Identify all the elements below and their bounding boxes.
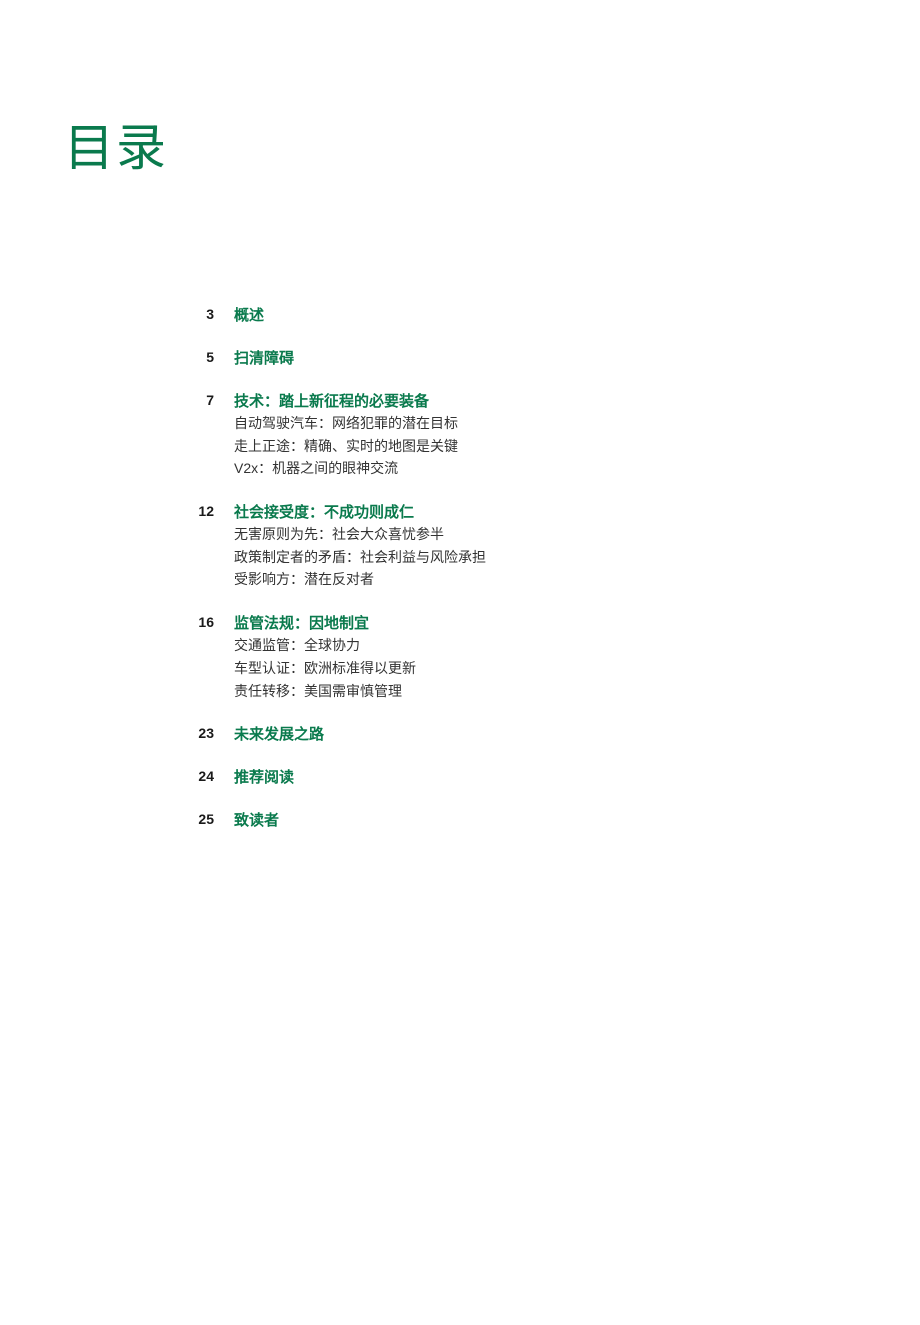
toc-page-number: 25 bbox=[188, 810, 214, 827]
toc-heading: 技术：踏上新征程的必要装备 bbox=[234, 391, 820, 412]
toc-page-number: 12 bbox=[188, 502, 214, 519]
toc-subitem: 走上正途：精确、实时的地图是关键 bbox=[234, 436, 820, 458]
toc-heading: 社会接受度：不成功则成仁 bbox=[234, 502, 820, 523]
toc-subitem: 受影响方：潜在反对者 bbox=[234, 569, 820, 591]
toc-page-number: 16 bbox=[188, 613, 214, 630]
toc-page-number: 7 bbox=[188, 391, 214, 408]
toc-entry: 24 推荐阅读 bbox=[188, 767, 820, 788]
toc-content: 扫清障碍 bbox=[234, 348, 820, 369]
toc-heading: 推荐阅读 bbox=[234, 767, 820, 788]
toc-content: 未来发展之路 bbox=[234, 724, 820, 745]
toc-page-number: 3 bbox=[188, 305, 214, 322]
toc-entry: 3 概述 bbox=[188, 305, 820, 326]
toc-container: 3 概述 5 扫清障碍 7 技术：踏上新征程的必要装备自动驾驶汽车：网络犯罪的潜在目标走上… bbox=[188, 305, 820, 853]
toc-entry: 25 致读者 bbox=[188, 810, 820, 831]
toc-heading: 扫清障碍 bbox=[234, 348, 820, 369]
toc-page-number: 5 bbox=[188, 348, 214, 365]
toc-entry: 5 扫清障碍 bbox=[188, 348, 820, 369]
toc-subitem: 政策制定者的矛盾：社会利益与风险承担 bbox=[234, 547, 820, 569]
toc-content: 推荐阅读 bbox=[234, 767, 820, 788]
toc-page-number: 23 bbox=[188, 724, 214, 741]
toc-content: 概述 bbox=[234, 305, 820, 326]
toc-content: 致读者 bbox=[234, 810, 820, 831]
toc-page-number: 24 bbox=[188, 767, 214, 784]
toc-subitem: V2x：机器之间的眼神交流 bbox=[234, 458, 820, 480]
toc-entry: 7 技术：踏上新征程的必要装备自动驾驶汽车：网络犯罪的潜在目标走上正途：精确、实时… bbox=[188, 391, 820, 480]
toc-entry: 16 监管法规：因地制宜交通监管：全球协力车型认证：欧洲标准得以更新责任转移：美国… bbox=[188, 613, 820, 702]
toc-entry: 12 社会接受度：不成功则成仁无害原则为先：社会大众喜忧参半政策制定者的矛盾：社会… bbox=[188, 502, 820, 591]
toc-subitem: 车型认证：欧洲标准得以更新 bbox=[234, 658, 820, 680]
toc-entry: 23 未来发展之路 bbox=[188, 724, 820, 745]
toc-content: 社会接受度：不成功则成仁无害原则为先：社会大众喜忧参半政策制定者的矛盾：社会利益… bbox=[234, 502, 820, 591]
toc-subitem: 交通监管：全球协力 bbox=[234, 635, 820, 657]
toc-subitem: 无害原则为先：社会大众喜忧参半 bbox=[234, 524, 820, 546]
toc-content: 监管法规：因地制宜交通监管：全球协力车型认证：欧洲标准得以更新责任转移：美国需审… bbox=[234, 613, 820, 702]
toc-heading: 致读者 bbox=[234, 810, 820, 831]
toc-content: 技术：踏上新征程的必要装备自动驾驶汽车：网络犯罪的潜在目标走上正途：精确、实时的… bbox=[234, 391, 820, 480]
toc-subitem: 责任转移：美国需审慎管理 bbox=[234, 681, 820, 703]
toc-heading: 概述 bbox=[234, 305, 820, 326]
page-title: 目录 bbox=[64, 108, 168, 180]
toc-heading: 监管法规：因地制宜 bbox=[234, 613, 820, 634]
toc-heading: 未来发展之路 bbox=[234, 724, 820, 745]
toc-subitem: 自动驾驶汽车：网络犯罪的潜在目标 bbox=[234, 413, 820, 435]
